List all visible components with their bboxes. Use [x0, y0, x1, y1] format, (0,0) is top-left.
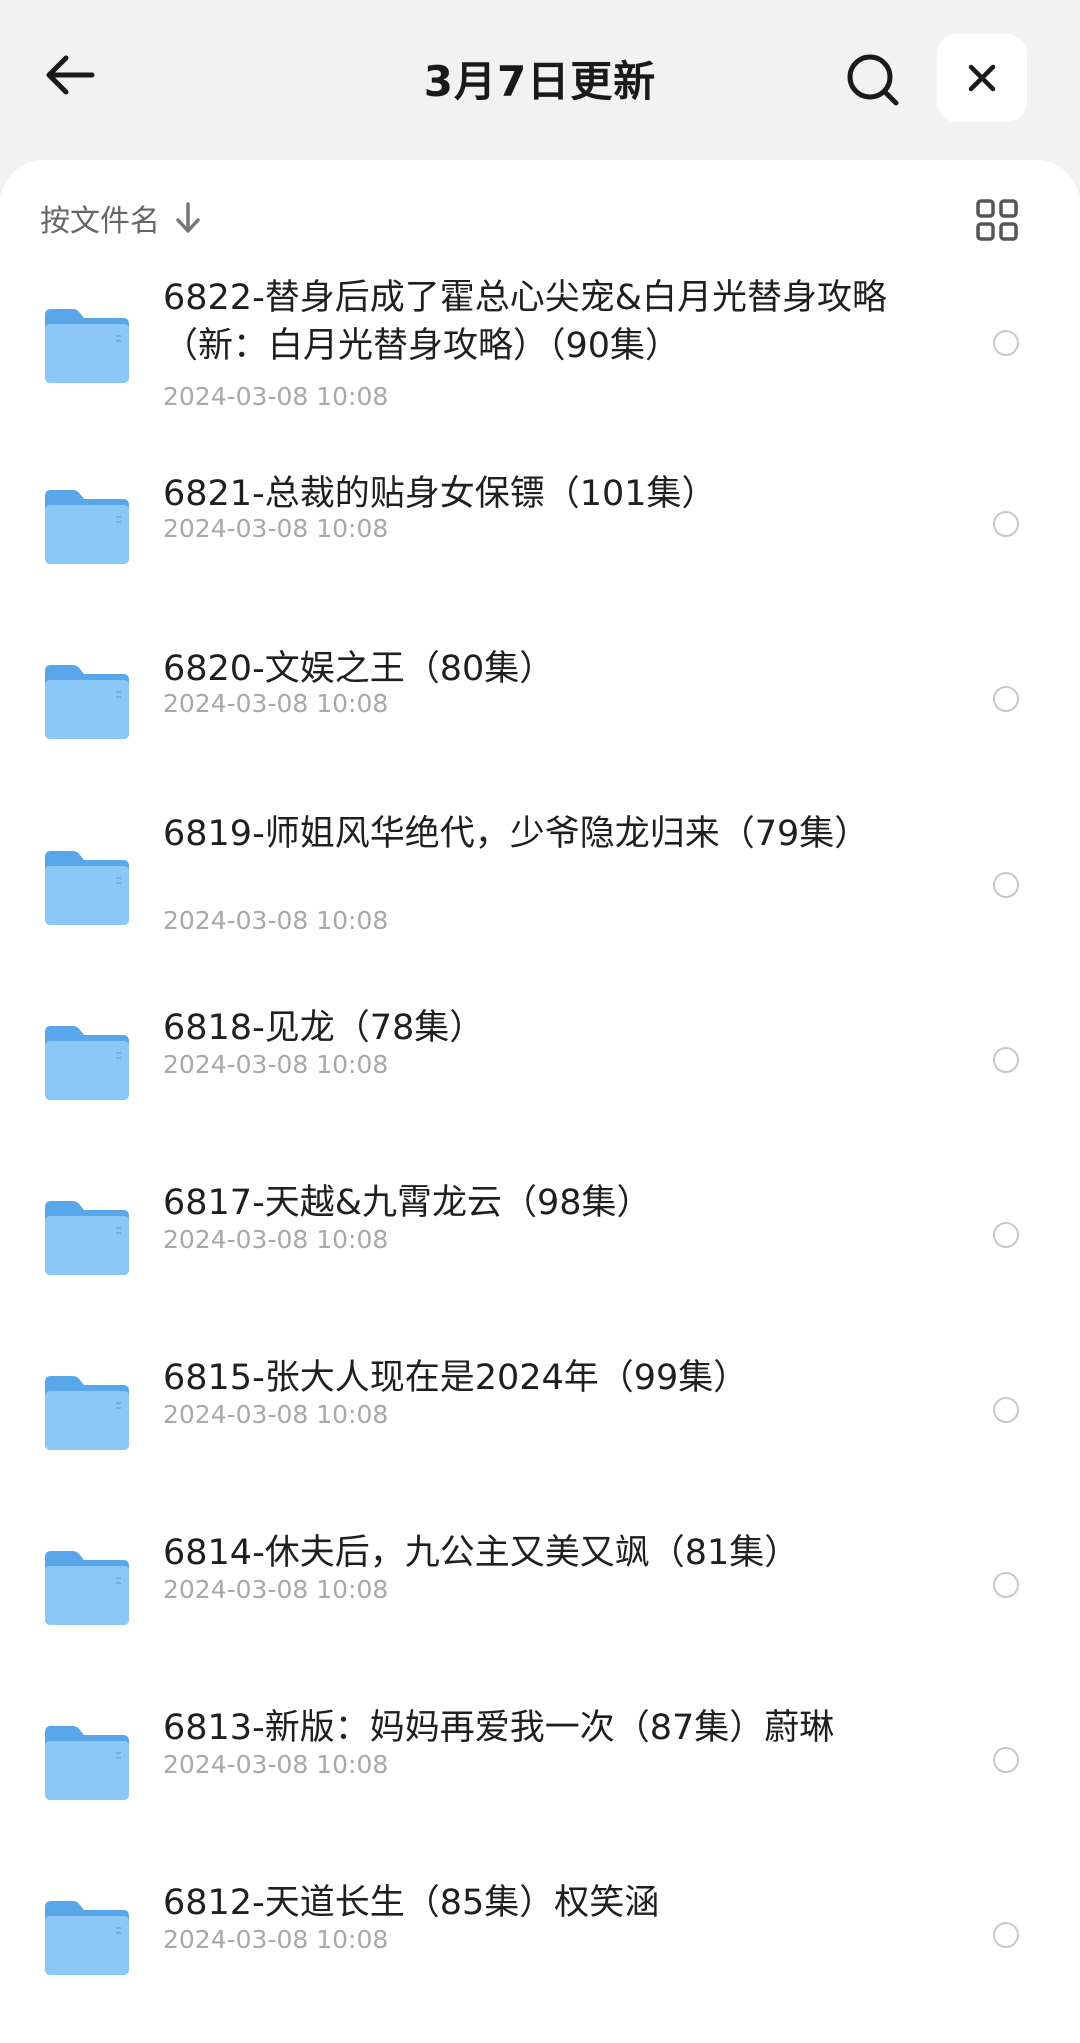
list-item[interactable]: 6818-见龙（78集） 2024-03-08 10:08: [0, 1000, 1080, 1170]
select-radio[interactable]: [993, 1047, 1019, 1073]
file-name: 6819-师姐风华绝代，少爷隐龙归来（79集）: [163, 814, 870, 854]
file-date: 2024-03-08 10:08: [163, 906, 389, 935]
file-date: 2024-03-08 10:08: [163, 1225, 389, 1254]
list-item[interactable]: 6814-休夫后，九公主又美又飒（81集） 2024-03-08 10:08: [0, 1525, 1080, 1695]
select-radio[interactable]: [993, 330, 1019, 356]
search-icon[interactable]: [845, 52, 901, 108]
select-radio[interactable]: [993, 1572, 1019, 1598]
file-date: 2024-03-08 10:08: [163, 1750, 389, 1779]
folder-icon: [43, 1022, 131, 1102]
list-item[interactable]: 6817-天越&九霄龙云（98集） 2024-03-08 10:08: [0, 1175, 1080, 1345]
file-name: 6815-张大人现在是2024年（99集）: [163, 1358, 749, 1398]
arrow-down-icon: [174, 201, 202, 235]
file-date: 2024-03-08 10:08: [163, 1400, 389, 1429]
folder-icon: [43, 1722, 131, 1802]
select-radio[interactable]: [993, 872, 1019, 898]
grid-view-icon[interactable]: [975, 198, 1019, 242]
file-date: 2024-03-08 10:08: [163, 1925, 389, 1954]
file-name: 6821-总裁的贴身女保镖（101集）: [163, 474, 717, 514]
folder-icon: [43, 847, 131, 927]
select-radio[interactable]: [993, 1397, 1019, 1423]
folder-icon: [43, 305, 131, 385]
folder-icon: [43, 486, 131, 566]
file-name: 6817-天越&九霄龙云（98集）: [163, 1183, 652, 1223]
sort-bar: 按文件名: [0, 160, 1080, 270]
file-list-panel: 按文件名 6822-替身后成了霍总心尖宠&白月光替身攻略（新：白月光替身攻略）（…: [0, 160, 1080, 2043]
file-name: 6822-替身后成了霍总心尖宠&白月光替身攻略（新：白月光替身攻略）（90集）: [163, 278, 887, 366]
file-date: 2024-03-08 10:08: [163, 382, 389, 411]
file-name: 6812-天道长生（85集）权笑涵: [163, 1883, 660, 1923]
folder-icon: [43, 1547, 131, 1627]
folder-icon: [43, 1372, 131, 1452]
file-name: 6820-文娱之王（80集）: [163, 649, 555, 689]
select-radio[interactable]: [993, 686, 1019, 712]
folder-icon: [43, 661, 131, 741]
file-name: 6814-休夫后，九公主又美又飒（81集）: [163, 1533, 800, 1573]
list-item[interactable]: 6813-新版：妈妈再爱我一次（87集）蔚琳 2024-03-08 10:08: [0, 1700, 1080, 1870]
page-title: 3月7日更新: [423, 57, 657, 106]
close-button[interactable]: [937, 34, 1027, 122]
file-name: 6813-新版：妈妈再爱我一次（87集）蔚琳: [163, 1708, 835, 1748]
folder-icon: [43, 1897, 131, 1977]
close-icon: [968, 64, 996, 92]
sort-by-name-button[interactable]: 按文件名: [40, 196, 202, 240]
list-item[interactable]: 6819-师姐风华绝代，少爷隐龙归来（79集） 2024-03-08 10:08: [0, 810, 1080, 980]
file-date: 2024-03-08 10:08: [163, 1575, 389, 1604]
select-radio[interactable]: [993, 1922, 1019, 1948]
list-item[interactable]: 6820-文娱之王（80集） 2024-03-08 10:08: [0, 635, 1080, 805]
select-radio[interactable]: [993, 1747, 1019, 1773]
list-item[interactable]: 6815-张大人现在是2024年（99集） 2024-03-08 10:08: [0, 1350, 1080, 1520]
select-radio[interactable]: [993, 1222, 1019, 1248]
list-item[interactable]: 6822-替身后成了霍总心尖宠&白月光替身攻略（新：白月光替身攻略）（90集） 2…: [0, 270, 1080, 440]
sort-label: 按文件名: [40, 204, 160, 239]
list-item[interactable]: 6812-天道长生（85集）权笑涵 2024-03-08 10:08: [0, 1875, 1080, 2043]
list-item[interactable]: 6821-总裁的贴身女保镖（101集） 2024-03-08 10:08: [0, 460, 1080, 630]
file-date: 2024-03-08 10:08: [163, 514, 389, 543]
top-bar: 3月7日更新: [0, 0, 1080, 160]
select-radio[interactable]: [993, 511, 1019, 537]
file-date: 2024-03-08 10:08: [163, 689, 389, 718]
file-date: 2024-03-08 10:08: [163, 1050, 389, 1079]
folder-icon: [43, 1197, 131, 1277]
file-name: 6818-见龙（78集）: [163, 1008, 485, 1048]
